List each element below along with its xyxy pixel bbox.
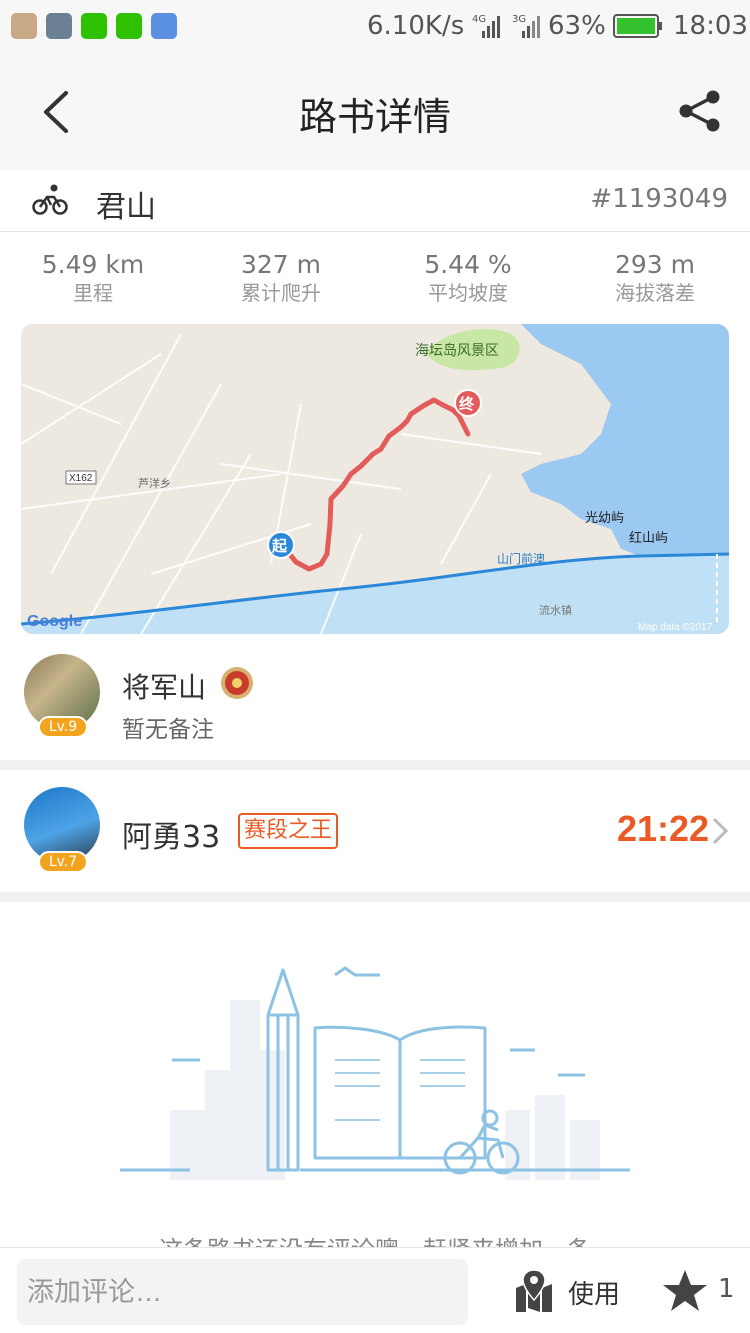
creator-note: 暂无备注	[122, 717, 214, 743]
stat-grade-value: 5.44 %	[424, 250, 512, 279]
creator-row[interactable]: Lv.9 将军山 暂无备注	[0, 646, 750, 760]
stat-distance: 5.49 km 里程	[3, 250, 183, 306]
signal-3g-icon: 3G	[512, 14, 540, 38]
bicycle-icon	[32, 184, 68, 215]
route-header: 君山 #1193049	[0, 170, 750, 232]
shield-app-icon	[11, 13, 37, 39]
map-label-scenic: 海坛岛风景区	[415, 342, 499, 358]
star-button[interactable]: 1	[662, 1266, 742, 1316]
stat-distance-value: 5.49 km	[41, 250, 145, 279]
route-name: 君山	[96, 190, 156, 225]
clock: 18:03	[673, 11, 748, 41]
section-divider-2	[0, 892, 750, 902]
signal-4g-icon: 4G	[472, 14, 500, 38]
stat-grade: 5.44 % 平均坡度	[378, 250, 558, 306]
signal-4g-label: 4G	[472, 14, 486, 25]
section-divider	[0, 760, 750, 770]
stat-elevation: 293 m 海拔落差	[565, 250, 745, 306]
kom-badge: 赛段之王	[238, 813, 339, 849]
map-pin-icon	[516, 1269, 552, 1312]
stat-elevation-value: 293 m	[614, 250, 696, 279]
start-label: 起	[271, 538, 288, 555]
map-label-town2: 流水镇	[539, 603, 572, 617]
map-label-island1: 光幼屿	[585, 510, 624, 525]
battery-percent: 63%	[548, 11, 606, 41]
stat-grade-label: 平均坡度	[428, 281, 508, 305]
page-title: 路书详情	[298, 95, 451, 139]
record-time: 21:22	[617, 808, 710, 849]
map-label-town: 芦洋乡	[138, 476, 171, 490]
wechat-icon	[81, 13, 107, 39]
map-label-road: X162	[69, 473, 93, 484]
map-label-island2: 红山屿	[629, 530, 668, 545]
wechat-icon-2	[116, 13, 142, 39]
status-bar: 6.10K/s 4G 3G 63% 18:03	[0, 0, 750, 52]
star-icon	[663, 1270, 707, 1311]
record-name: 阿勇33	[122, 820, 221, 855]
use-label: 使用	[568, 1280, 621, 1310]
use-button[interactable]: 使用	[514, 1266, 624, 1316]
map-canvas: 海坛岛风景区 芦洋乡 X162 光幼屿 红山屿 山门前澳 流水镇 起 终 Goo…	[21, 324, 729, 634]
nav-bar: 路书详情	[0, 52, 750, 170]
signal-3g-label: 3G	[512, 14, 526, 25]
record-level-badge: Lv.7	[38, 851, 88, 873]
stat-climb-value: 327 m	[240, 250, 322, 279]
comment-input[interactable]	[17, 1259, 468, 1325]
share-icon[interactable]	[678, 89, 722, 133]
google-logo: Google	[27, 613, 82, 630]
medal-icon	[221, 667, 253, 699]
route-map[interactable]: 海坛岛风景区 芦洋乡 X162 光幼屿 红山屿 山门前澳 流水镇 起 终 Goo…	[21, 324, 729, 634]
record-row[interactable]: Lv.7 阿勇33 赛段之王 21:22	[0, 770, 750, 892]
stat-climb-label: 累计爬升	[241, 281, 321, 305]
net-speed: 6.10K/s	[367, 11, 465, 41]
star-count: 1	[718, 1274, 735, 1304]
stat-elevation-label: 海拔落差	[615, 281, 695, 305]
empty-comments-illustration	[120, 966, 630, 1180]
security-app-icon	[151, 13, 177, 39]
route-id: #1193049	[590, 184, 728, 214]
map-attribution: Map data ©2017	[638, 622, 713, 633]
bottom-bar: 使用 1	[0, 1247, 750, 1333]
end-label: 终	[459, 395, 475, 413]
creator-name: 将军山	[122, 671, 207, 704]
chevron-right-icon[interactable]	[710, 816, 730, 846]
stat-distance-label: 里程	[73, 281, 113, 305]
battery-icon	[613, 14, 662, 38]
creator-level-badge: Lv.9	[38, 716, 88, 738]
window-app-icon	[46, 13, 72, 39]
stat-climb: 327 m 累计爬升	[191, 250, 371, 306]
